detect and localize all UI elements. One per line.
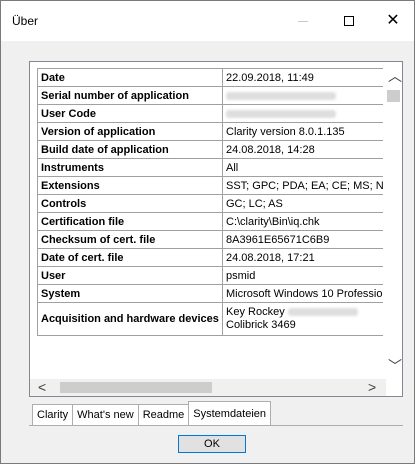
table-row: Checksum of cert. file 8A3961E65671C6B9 — [37, 230, 383, 249]
redacted-value — [226, 109, 336, 118]
scroll-left-icon[interactable]: < — [38, 379, 46, 395]
redacted-value — [287, 308, 358, 317]
close-icon: ✕ — [386, 12, 400, 29]
row-value: 24.08.2018, 14:28 — [222, 140, 383, 159]
system-info-table: Date 22.09.2018, 11:49 Serial number of a… — [37, 68, 383, 336]
tab-clarity[interactable]: Clarity — [32, 404, 74, 425]
table-row: Controls GC; LC; AS — [37, 194, 383, 213]
row-key: Extensions — [37, 176, 223, 195]
system-info-panel: Date 22.09.2018, 11:49 Serial number of a… — [29, 61, 403, 397]
vertical-scrollbar[interactable]: ︿ ﹀ — [385, 62, 402, 380]
scroll-down-icon[interactable]: ﹀ — [388, 356, 402, 376]
system-info-table-viewport: Date 22.09.2018, 11:49 Serial number of a… — [37, 68, 383, 380]
row-value: Clarity version 8.0.1.135 — [222, 122, 383, 141]
row-key: Serial number of application — [37, 86, 223, 105]
table-row: ExtensionsSST; GPC; PDA; EA; CE; MS; NGA… — [37, 176, 383, 195]
row-value: psmid — [222, 266, 383, 285]
title-bar: Über ✕ — [1, 1, 414, 41]
row-key: Certification file — [37, 212, 223, 231]
row-value: 8A3961E65671C6B9 — [222, 230, 383, 249]
ok-button[interactable]: OK — [178, 435, 246, 453]
row-value: 24.08.2018, 17:21 — [222, 248, 383, 267]
row-key: Date — [37, 68, 223, 87]
table-row: Date 22.09.2018, 11:49 — [37, 68, 383, 87]
table-row: User psmid — [37, 266, 383, 285]
table-row: Instruments All — [37, 158, 383, 177]
tab-readme[interactable]: Readme — [137, 404, 190, 425]
scroll-right-icon[interactable]: > — [368, 379, 376, 395]
tab-whats-new[interactable]: What's new — [72, 404, 139, 425]
row-key: Acquisition and hardware devices — [37, 302, 223, 336]
row-key: Date of cert. file — [37, 248, 223, 267]
maximize-icon — [344, 16, 354, 26]
horizontal-scrollbar[interactable]: < > — [30, 379, 386, 396]
tab-divider — [29, 425, 403, 426]
row-value-redacted — [222, 86, 383, 105]
table-row: Version of application Clarity version 8.… — [37, 122, 383, 141]
row-key: Instruments — [37, 158, 223, 177]
redacted-value — [226, 91, 336, 100]
close-button[interactable]: ✕ — [370, 1, 416, 41]
row-value-redacted — [222, 104, 383, 123]
row-key: Checksum of cert. file — [37, 230, 223, 249]
minimize-icon — [298, 20, 308, 22]
table-row: User Code — [37, 104, 383, 123]
row-value: 22.09.2018, 11:49 — [222, 68, 383, 87]
table-row: Build date of application 24.08.2018, 14:… — [37, 140, 383, 159]
row-key: Controls — [37, 194, 223, 213]
scroll-up-icon[interactable]: ︿ — [388, 66, 402, 86]
maximize-button[interactable] — [326, 1, 372, 41]
row-key: Build date of application — [37, 140, 223, 159]
table-row: System Microsoft Windows 10 Professiona — [37, 284, 383, 303]
row-key: User Code — [37, 104, 223, 123]
tab-strip: Clarity What's new Readme Systemdateien — [32, 401, 272, 425]
minimize-button[interactable] — [280, 1, 326, 41]
tab-systemdateien[interactable]: Systemdateien — [188, 401, 272, 425]
device-line-2: Colibrick 3469 — [226, 319, 296, 331]
window-title: Über — [12, 14, 39, 28]
device-line-1: Key Rockey — [226, 306, 285, 318]
vertical-scroll-thumb[interactable] — [387, 90, 400, 102]
row-key: User — [37, 266, 223, 285]
row-value: SST; GPC; PDA; EA; CE; MS; NGA; — [222, 176, 383, 195]
table-row: Acquisition and hardware devices Key Rock… — [37, 302, 383, 336]
row-key: Version of application — [37, 122, 223, 141]
horizontal-scroll-thumb[interactable] — [60, 382, 212, 393]
row-value: All — [222, 158, 383, 177]
table-row: Serial number of application — [37, 86, 383, 105]
about-dialog: Über ✕ Date 22.09.2018, 11:49 Serial numb… — [0, 0, 415, 464]
row-value: GC; LC; AS — [222, 194, 383, 213]
table-row: Date of cert. file 24.08.2018, 17:21 — [37, 248, 383, 267]
row-key: System — [37, 284, 223, 303]
row-value: Key Rockey Colibrick 3469 — [222, 302, 383, 336]
row-value: C:\clarity\Bin\iq.chk — [222, 212, 383, 231]
row-value: Microsoft Windows 10 Professiona — [222, 284, 383, 303]
table-row: Certification file C:\clarity\Bin\iq.chk — [37, 212, 383, 231]
